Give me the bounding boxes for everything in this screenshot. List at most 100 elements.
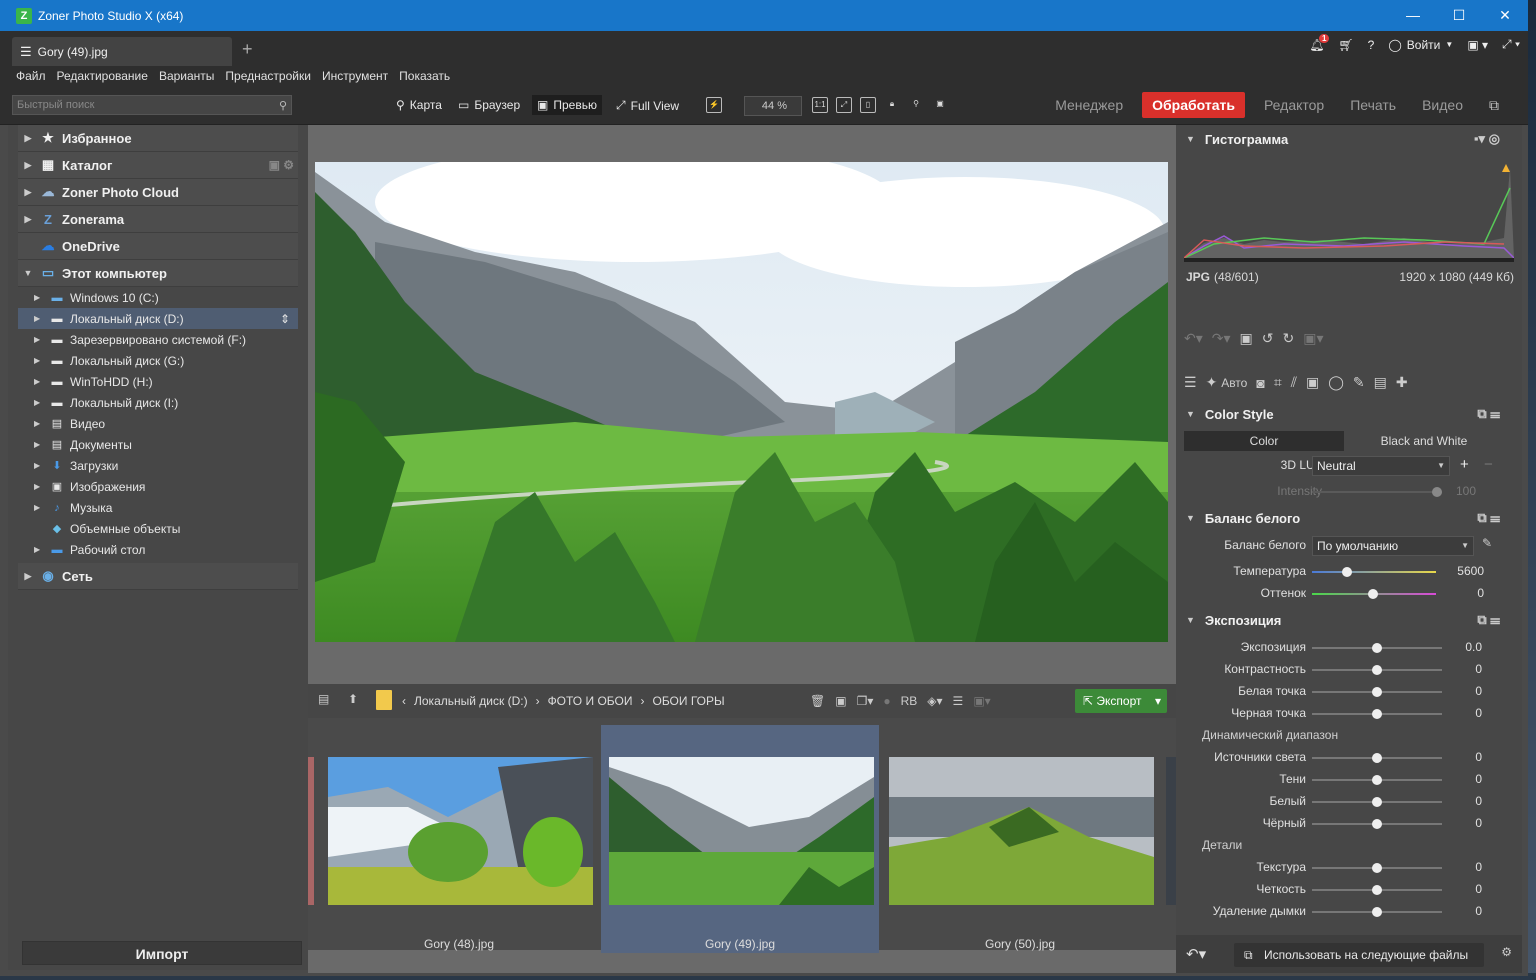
layers-icon[interactable]: ◈▾: [927, 694, 942, 708]
thumbnail[interactable]: Gory (50).jpg: [881, 725, 1159, 953]
notifications-button[interactable]: 🔔︎ 1: [1309, 33, 1330, 52]
tree-drive-g[interactable]: ▶ ▬ Локальный диск (G:): [18, 350, 298, 371]
chevron-right-icon[interactable]: ▶: [34, 398, 48, 407]
clarity-slider[interactable]: [1312, 885, 1442, 895]
brush-icon[interactable]: ✎: [1353, 374, 1365, 391]
browser-button[interactable]: ▭ Браузер: [458, 98, 520, 112]
menu-view[interactable]: Показать: [399, 69, 450, 83]
slider-knob[interactable]: [1372, 863, 1382, 873]
tree-desktop[interactable]: ▶ ▬ Рабочий стол: [18, 539, 298, 560]
breadcrumb-folder2[interactable]: ОБОИ ГОРЫ: [652, 694, 724, 708]
quick-search-input[interactable]: Быстрый поиск ⚲: [12, 95, 292, 115]
section-menu-icon[interactable]: ⧉ ☰: [1477, 612, 1500, 628]
slider-knob[interactable]: [1372, 885, 1382, 895]
tree-drive-h[interactable]: ▶ ▬ WinToHDD (H:): [18, 371, 298, 392]
compare-image-icon[interactable]: ▣: [1240, 330, 1253, 347]
tree-onedrive[interactable]: ☁ OneDrive: [18, 233, 298, 260]
preview-button[interactable]: ▣ Превью: [532, 95, 602, 115]
panel-settings-icon[interactable]: ⚙: [1501, 945, 1512, 959]
lut-select[interactable]: Neutral ▼: [1312, 456, 1450, 476]
lock-icon[interactable]: 🔒︎: [884, 97, 900, 113]
popout-icon[interactable]: ⧉: [1476, 93, 1512, 118]
tree-music[interactable]: ▶ ♪ Музыка: [18, 497, 298, 518]
map-button[interactable]: ⚲ Карта: [396, 98, 442, 112]
slider-knob[interactable]: [1372, 709, 1382, 719]
fit-icon[interactable]: ⤢: [836, 97, 852, 113]
tree-zonerama[interactable]: ▶ Z Zonerama: [18, 206, 298, 233]
copy-icon[interactable]: ❐▾: [857, 694, 874, 708]
use-on-next-files-button[interactable]: ⧉ Использовать на следующие файлы: [1234, 943, 1484, 967]
wb-select[interactable]: По умолчанию ▼: [1312, 536, 1474, 556]
exposure-header[interactable]: ▼ Экспозиция ⧉ ☰: [1176, 607, 1512, 633]
import-button[interactable]: Импорт: [22, 941, 302, 965]
gradient-icon[interactable]: ▤: [1374, 374, 1387, 391]
black-point-slider[interactable]: [1312, 709, 1442, 719]
slider-knob[interactable]: [1372, 687, 1382, 697]
add-lut-icon[interactable]: +: [1460, 456, 1469, 473]
fit-height-icon[interactable]: ▯: [860, 97, 876, 113]
panel-toggle-icon[interactable]: ▤: [318, 692, 329, 706]
manager-tab[interactable]: Менеджер: [1042, 93, 1136, 117]
slider-knob[interactable]: [1372, 643, 1382, 653]
help-icon[interactable]: ?: [1368, 38, 1375, 52]
layout-menu-icon[interactable]: ▣ ▾: [1467, 38, 1488, 52]
temperature-slider[interactable]: [1312, 567, 1436, 577]
eyedropper-icon[interactable]: ✎: [1482, 536, 1492, 550]
auto-wand-icon[interactable]: ✦ Авто: [1206, 374, 1248, 391]
fullscreen-icon[interactable]: ⤢ ▾: [1502, 37, 1520, 52]
chevron-down-icon[interactable]: ▾: [1155, 689, 1161, 713]
redo-icon[interactable]: ↷▾: [1212, 330, 1231, 347]
white-point-slider[interactable]: [1312, 687, 1442, 697]
slider-knob[interactable]: [1372, 753, 1382, 763]
chevron-right-icon[interactable]: ▶: [34, 440, 48, 449]
undo-icon[interactable]: ↶▾: [1184, 330, 1203, 347]
tab-color[interactable]: Color: [1184, 431, 1344, 451]
menu-tool[interactable]: Инструмент: [322, 69, 388, 83]
tree-drive-d[interactable]: ▶ ▬ Локальный диск (D:) ⇕: [18, 308, 298, 329]
new-tab-button[interactable]: +: [242, 39, 253, 60]
chevron-right-icon[interactable]: ▶: [34, 503, 48, 512]
reorder-icon[interactable]: ⇕: [280, 312, 290, 326]
editor-tab[interactable]: Редактор: [1251, 93, 1337, 117]
chevron-right-icon[interactable]: ▶: [18, 133, 38, 144]
rename-icon[interactable]: RB: [901, 694, 918, 708]
shadows-slider[interactable]: [1312, 775, 1442, 785]
chevron-right-icon[interactable]: ▶: [34, 419, 48, 428]
chevron-right-icon[interactable]: ▶: [34, 377, 48, 386]
menu-presets[interactable]: Преднастройки: [225, 69, 311, 83]
filter-icon[interactable]: ☰: [953, 694, 964, 708]
tree-3d-objects[interactable]: ◆ Объемные объекты: [18, 518, 298, 539]
chevron-right-icon[interactable]: ▶: [18, 187, 38, 198]
reset-icon[interactable]: ↶▾: [1186, 945, 1206, 963]
print-tab[interactable]: Печать: [1337, 93, 1409, 117]
chevron-right-icon[interactable]: ▶: [18, 160, 38, 171]
tree-network[interactable]: ▶ ◉ Сеть: [18, 563, 298, 590]
tree-pictures[interactable]: ▶ ▣ Изображения: [18, 476, 298, 497]
image-settings-icon[interactable]: ▣: [932, 97, 948, 113]
rotate-right-icon[interactable]: ↻: [1283, 330, 1295, 347]
chevron-down-icon[interactable]: ▼: [18, 268, 38, 278]
fullview-button[interactable]: ⤢ Full View: [616, 98, 679, 113]
menu-file[interactable]: Файл: [16, 69, 46, 83]
rotate-left-icon[interactable]: ↺: [1262, 330, 1274, 347]
process-tab[interactable]: Обработать: [1142, 92, 1245, 118]
zoom-field[interactable]: 44 %: [744, 96, 802, 116]
white-balance-header[interactable]: ▼ Баланс белого ⧉ ☰: [1176, 505, 1512, 531]
exposure-slider[interactable]: [1312, 643, 1442, 653]
intensity-slider[interactable]: [1312, 487, 1442, 497]
perspective-icon[interactable]: ⫽: [1291, 374, 1297, 391]
document-tab[interactable]: ☰ Gory (49).jpg: [12, 37, 232, 66]
breadcrumb-drive[interactable]: Локальный диск (D:): [414, 694, 528, 708]
menu-edit[interactable]: Редактирование: [57, 69, 148, 83]
slider-knob[interactable]: [1372, 907, 1382, 917]
menu-variants[interactable]: Варианты: [159, 69, 214, 83]
tree-zoner-cloud[interactable]: ▶ ☁ Zoner Photo Cloud: [18, 179, 298, 206]
login-button[interactable]: ◯ Войти ▼: [1388, 38, 1453, 52]
slider-knob[interactable]: [1372, 819, 1382, 829]
tree-catalog[interactable]: ▶ ▦ Каталог ▣ ⚙: [18, 152, 298, 179]
slider-knob[interactable]: [1432, 487, 1442, 497]
section-menu-icon[interactable]: ⧉ ☰: [1477, 406, 1500, 422]
chevron-right-icon[interactable]: ▶: [34, 482, 48, 491]
minimize-button[interactable]: —: [1390, 0, 1436, 31]
breadcrumb-folder1[interactable]: ФОТО И ОБОИ: [548, 694, 633, 708]
